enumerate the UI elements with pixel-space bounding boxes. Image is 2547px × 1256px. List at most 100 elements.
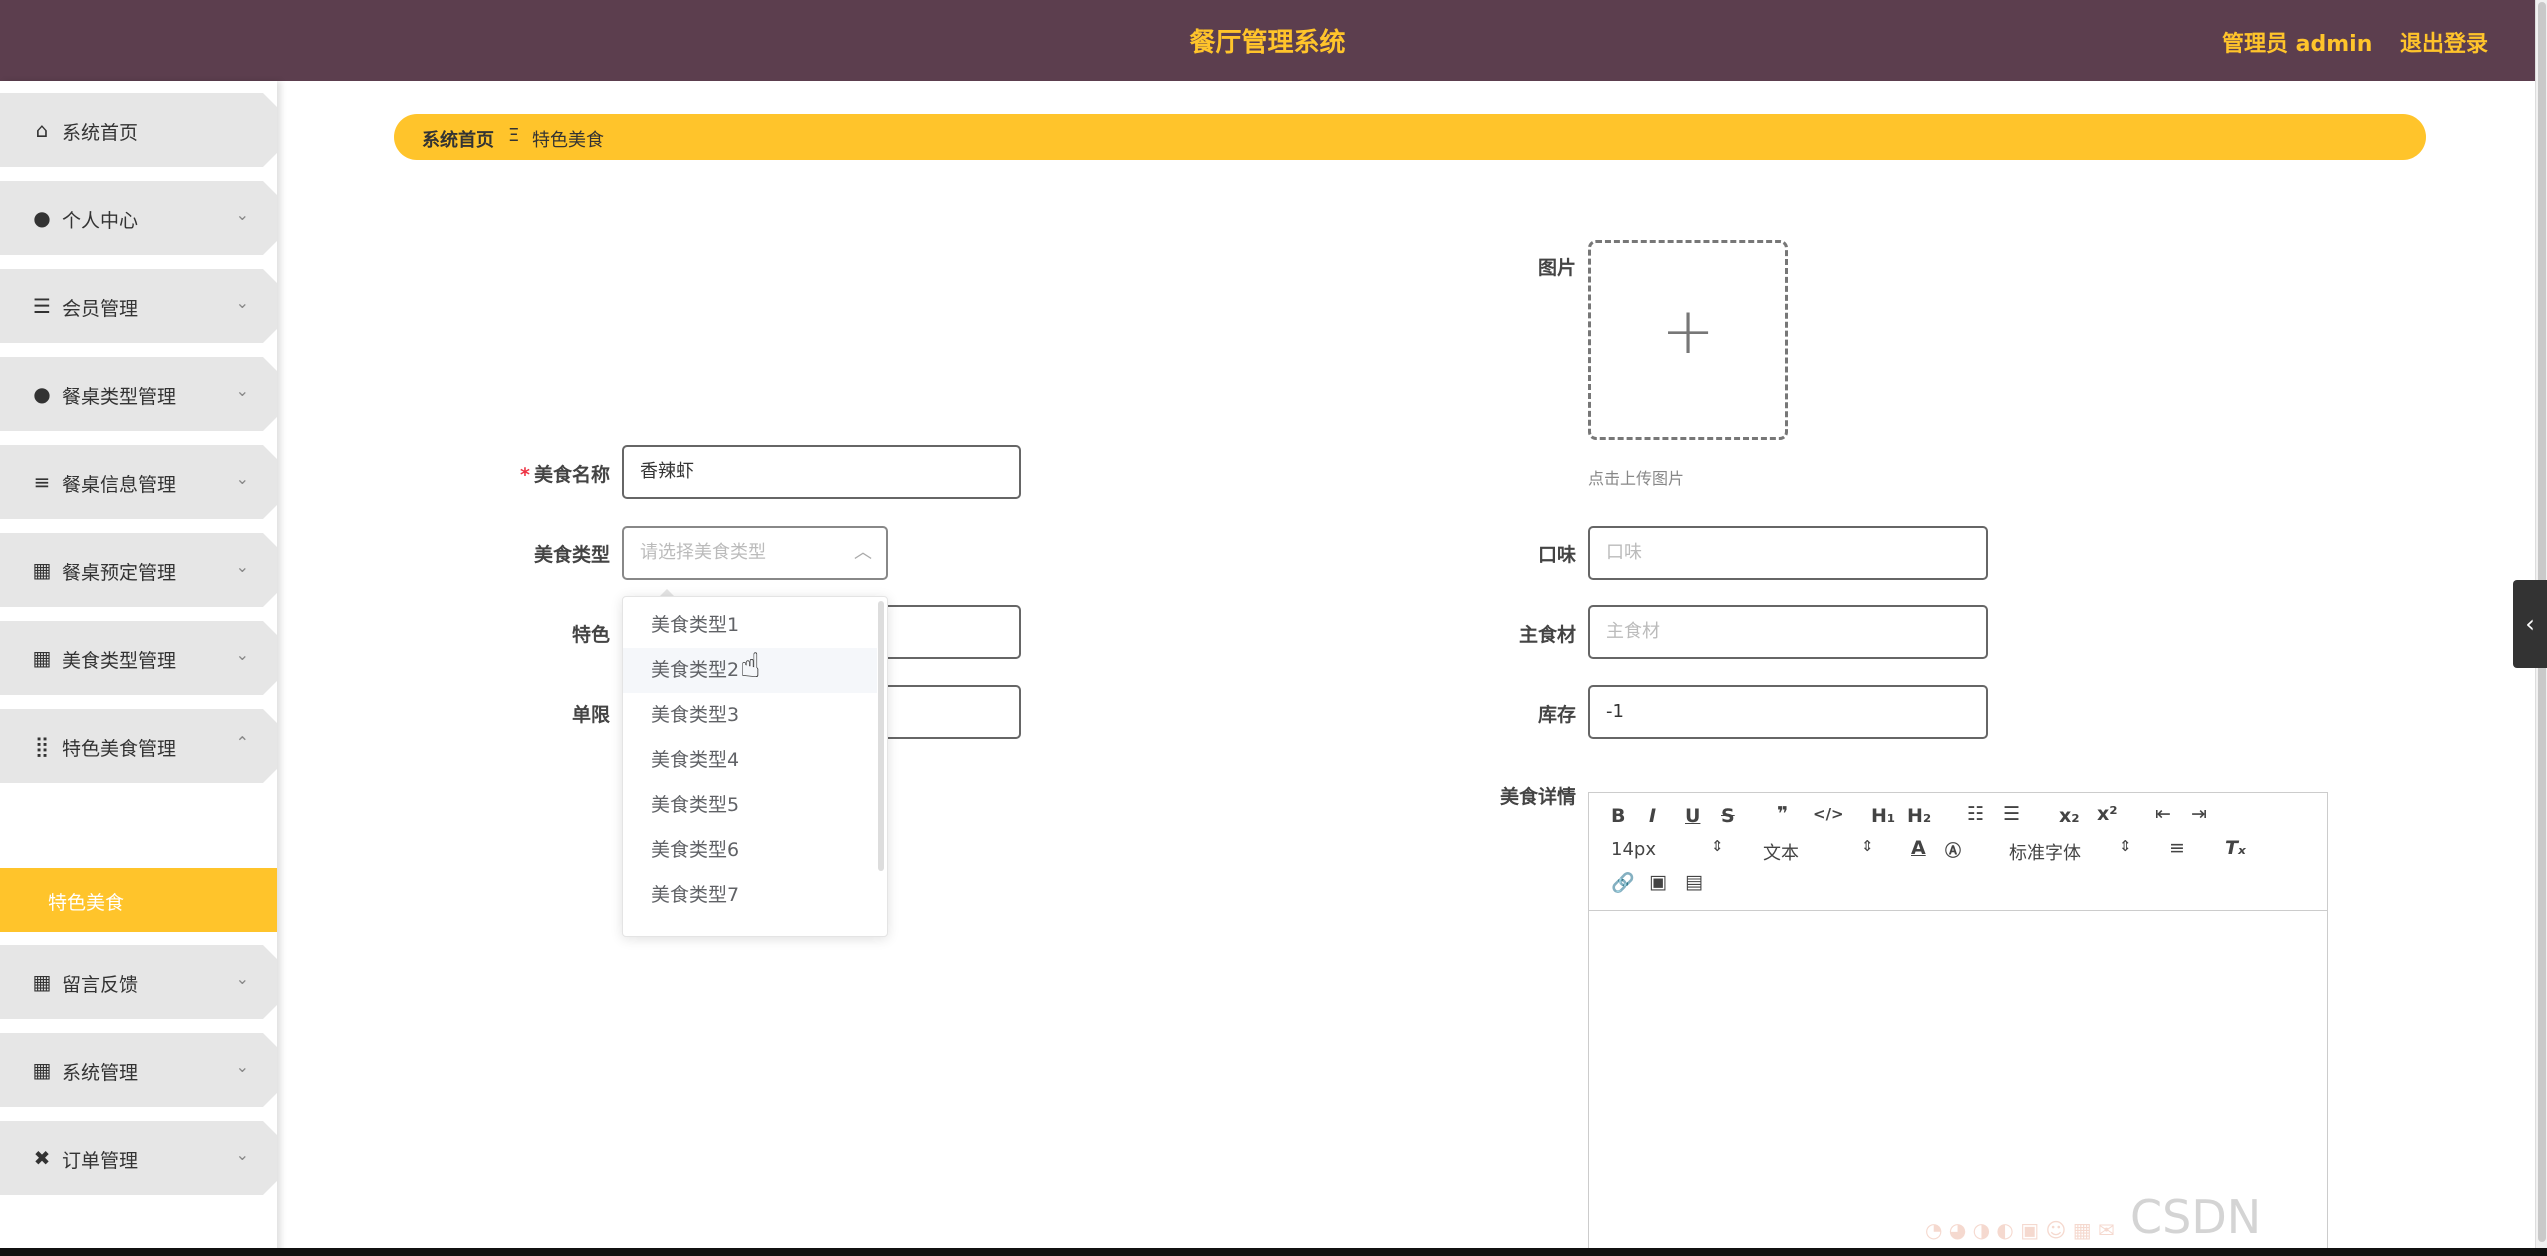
taste-label: 口味	[1537, 544, 1576, 566]
rich-text-editor: B I U S ❞ </> H₁ H₂ ☷ ☰ x₂ x² ⇤ ⇥ 14px ⇕…	[1588, 792, 2328, 1256]
sidebar-item-food-types[interactable]: ▦ 美食类型管理 ⌄	[0, 621, 277, 695]
sidebar-item-label: 订单管理	[62, 1150, 139, 1172]
font-family-select[interactable]: 标准字体	[2009, 839, 2081, 865]
sidebar-item-system[interactable]: ▦ 系统管理 ⌄	[0, 1033, 277, 1107]
chevron-down-icon: ⌄	[235, 293, 249, 312]
chevron-down-icon: ⌄	[235, 969, 249, 988]
sidebar-subitem-special-food[interactable]: 特色美食	[0, 868, 277, 932]
italic-icon[interactable]: I	[1649, 805, 1656, 827]
hand-cursor-icon: ☝	[740, 646, 761, 686]
dropdown-option[interactable]: 美食类型4	[623, 738, 877, 783]
dropdown-scrollbar[interactable]	[878, 601, 884, 871]
sidebar-item-label: 餐桌预定管理	[62, 562, 177, 584]
font-family-arrows-icon: ⇕	[2119, 837, 2132, 855]
bold-icon[interactable]: B	[1611, 805, 1625, 827]
image-icon[interactable]: ▣	[1649, 871, 1667, 893]
breadcrumb-separator-icon: Ξ	[508, 125, 520, 146]
admin-label: 管理员 admin	[2222, 32, 2373, 57]
sidebar-item-table-types[interactable]: ● 餐桌类型管理 ⌄	[0, 357, 277, 431]
chevron-up-icon: ︿	[854, 542, 872, 563]
align-icon[interactable]: ≡	[2169, 837, 2185, 859]
paragraph-arrows-icon: ⇕	[1861, 837, 1874, 855]
home-icon: ⌂	[35, 118, 49, 142]
breadcrumb-current: 特色美食	[532, 130, 604, 151]
sidebar-item-label: 系统管理	[62, 1062, 139, 1084]
sidebar-item-profile[interactable]: ● 个人中心 ⌄	[0, 181, 277, 255]
chevron-down-icon: ⌄	[235, 645, 249, 664]
sidebar-item-table-booking[interactable]: ▦ 餐桌预定管理 ⌄	[0, 533, 277, 607]
chevron-down-icon: ⌄	[235, 557, 249, 576]
logout-button[interactable]: 退出登录	[2400, 26, 2488, 58]
font-size-arrows-icon: ⇕	[1711, 837, 1724, 855]
sidebar-item-orders[interactable]: ✖ 订单管理 ⌄	[0, 1121, 277, 1195]
food-type-placeholder: 请选择美食类型	[640, 542, 766, 563]
paragraph-select[interactable]: 文本	[1763, 839, 1799, 865]
indent-icon[interactable]: ⇥	[2191, 803, 2207, 825]
font-color-icon[interactable]: A	[1911, 837, 1926, 859]
breadcrumb-home[interactable]: 系统首页	[422, 126, 494, 152]
side-panel-toggle[interactable]: ‹	[2513, 580, 2547, 668]
strikethrough-icon[interactable]: S	[1721, 805, 1735, 827]
image-label: 图片	[1537, 257, 1576, 279]
sidebar-item-feedback[interactable]: ▦ 留言反馈 ⌄	[0, 945, 277, 1019]
chevron-down-icon: ⌄	[235, 381, 249, 400]
chevron-down-icon: ⌄	[235, 1145, 249, 1164]
link-icon[interactable]: 🔗	[1611, 871, 1635, 894]
sidebar-item-special-food[interactable]: ⣿ 特色美食管理 ⌃	[0, 709, 277, 783]
chevron-left-icon: ‹	[2525, 610, 2535, 638]
food-name-input[interactable]: 香辣虾	[622, 445, 1021, 499]
chevron-down-icon: ⌄	[235, 469, 249, 488]
header-1-icon[interactable]: H₁	[1871, 805, 1895, 827]
sidebar-item-home[interactable]: ⌂ 系统首页	[0, 93, 277, 167]
dropdown-option[interactable]: 美食类型3	[623, 693, 877, 738]
dropdown-option[interactable]: 美食类型5	[623, 783, 877, 828]
sidebar-item-label: 系统首页	[62, 122, 139, 144]
food-type-select[interactable]: 请选择美食类型 ︿	[622, 526, 888, 580]
stock-input[interactable]: -1	[1588, 685, 1988, 739]
background-color-icon[interactable]: Ⓐ	[1945, 837, 1961, 861]
special-label: 特色	[571, 624, 610, 646]
code-icon[interactable]: </>	[1813, 805, 1844, 823]
bullet-list-icon[interactable]: ☰	[2003, 803, 2020, 825]
editor-toolbar: B I U S ❞ </> H₁ H₂ ☷ ☰ x₂ x² ⇤ ⇥ 14px ⇕…	[1589, 793, 2327, 911]
underline-icon[interactable]: U	[1685, 805, 1700, 827]
subscript-icon[interactable]: x₂	[2059, 805, 2080, 827]
dropdown-option[interactable]: 美食类型6	[623, 828, 877, 873]
header-2-icon[interactable]: H₂	[1907, 805, 1931, 827]
sidebar-subitem-label: 特色美食	[48, 892, 125, 914]
font-size-select[interactable]: 14px	[1611, 839, 1656, 860]
superscript-icon[interactable]: x²	[2097, 803, 2118, 825]
sidebar-item-members[interactable]: ☰ 会员管理 ⌄	[0, 269, 277, 343]
grid-icon: ▦	[32, 1058, 52, 1082]
dropdown-option[interactable]: 美食类型7	[623, 873, 877, 918]
list-icon: ☰	[33, 294, 51, 318]
outdent-icon[interactable]: ⇤	[2155, 803, 2171, 825]
sidebar-item-label: 特色美食管理	[62, 738, 177, 760]
taste-input[interactable]: 口味	[1588, 526, 1988, 580]
sidebar-item-label: 餐桌类型管理	[62, 386, 177, 408]
blockquote-icon[interactable]: ❞	[1777, 803, 1788, 825]
sidebar-item-label: 会员管理	[62, 298, 139, 320]
grid-icon: ▦	[32, 646, 52, 670]
grid-icon: ▦	[32, 558, 52, 582]
ticket-icon: ✖	[33, 1146, 51, 1170]
single-limit-label: 单限	[571, 704, 610, 726]
watermark-text: CSDN @zhihao506	[2130, 1190, 2415, 1256]
food-type-label: 美食类型	[533, 544, 610, 566]
grid-icon: ▦	[32, 970, 52, 994]
video-icon[interactable]: ▤	[1685, 871, 1703, 893]
dropdown-option[interactable]: 美食类型1	[623, 603, 877, 648]
ordered-list-icon[interactable]: ☷	[1967, 803, 1984, 825]
sidebar-item-label: 美食类型管理	[62, 650, 177, 672]
sidebar-item-table-info[interactable]: ≡ 餐桌信息管理 ⌄	[0, 445, 277, 519]
sidebar-item-label: 餐桌信息管理	[62, 474, 177, 496]
bottom-bar	[0, 1248, 2547, 1256]
user-icon: ●	[33, 206, 51, 230]
app-title: 餐厅管理系统	[1189, 28, 1346, 58]
chevron-down-icon: ⌄	[235, 205, 249, 224]
ingredient-input[interactable]: 主食材	[1588, 605, 1988, 659]
stock-label: 库存	[1537, 704, 1576, 726]
clear-format-icon[interactable]: Tₓ	[2225, 837, 2246, 859]
upload-tip: 点击上传图片	[1588, 469, 1685, 488]
image-upload[interactable]: +	[1588, 240, 1788, 440]
